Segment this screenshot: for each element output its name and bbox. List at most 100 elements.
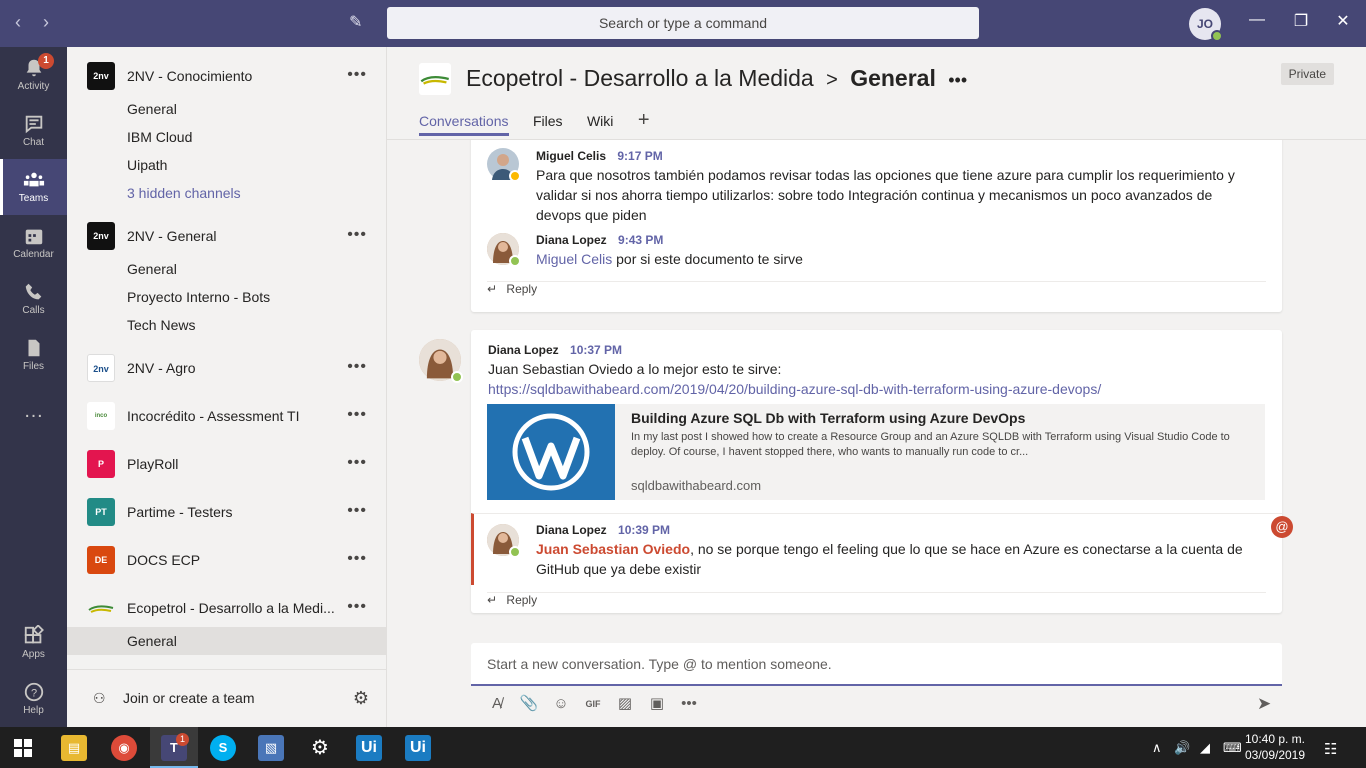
volume-icon[interactable]: 🔊 xyxy=(1174,740,1190,756)
team-item[interactable]: 2nv 2NV - Agro ••• xyxy=(87,352,367,384)
reply-button[interactable]: ↵ Reply xyxy=(487,281,1266,296)
reply-icon: ↵ xyxy=(487,593,498,607)
author-name[interactable]: Diana Lopez xyxy=(536,233,607,247)
reply-label: Reply xyxy=(506,282,538,296)
user-avatar[interactable]: JO xyxy=(1189,8,1223,42)
link-preview-card[interactable]: Building Azure SQL Db with Terraform usi… xyxy=(487,404,1265,500)
author-name[interactable]: Diana Lopez xyxy=(488,343,559,357)
rail-calendar[interactable]: Calendar xyxy=(0,215,67,271)
send-icon[interactable]: ➤ xyxy=(1257,694,1271,714)
team-item[interactable]: DE DOCS ECP ••• xyxy=(87,544,367,576)
message-body: Juan Sebastian Oviedo a lo mejor esto te… xyxy=(488,359,1268,399)
skype-icon[interactable]: S xyxy=(210,735,236,761)
windows-taskbar: ▤ ◉ T 1 S ▧ ⚙ Ui Ui ∧ 🔊 ◢ ⌨ 10:40 p. m. … xyxy=(0,727,1366,768)
svg-text:?: ? xyxy=(30,688,36,700)
add-tab-icon[interactable]: + xyxy=(638,109,650,132)
more-options-icon[interactable]: ••• xyxy=(347,406,367,424)
more-options-icon[interactable]: ••• xyxy=(347,502,367,520)
team-item[interactable]: PT Partime - Testers ••• xyxy=(87,496,367,528)
mention-link[interactable]: Miguel Celis xyxy=(536,251,612,267)
channel-label: General xyxy=(127,633,177,649)
more-options-icon[interactable]: ••• xyxy=(347,358,367,376)
team-name: Ecopetrol - Desarrollo a la Medi... xyxy=(127,600,335,616)
emoji-icon[interactable]: ☺ xyxy=(551,694,571,714)
rail-calls[interactable]: Calls xyxy=(0,271,67,327)
action-center-icon[interactable]: ☷ xyxy=(1324,740,1337,758)
team-logo: 2nv xyxy=(87,354,115,382)
team-item[interactable]: 2nv 2NV - Conocimiento ••• xyxy=(87,60,367,92)
phone-icon xyxy=(25,283,41,300)
ecopetrol-logo xyxy=(420,76,449,85)
image-viewer-icon[interactable]: ▧ xyxy=(258,735,284,761)
hidden-channels-link[interactable]: 3 hidden channels xyxy=(127,185,241,201)
channel-item[interactable]: General xyxy=(127,101,177,117)
team-title[interactable]: Ecopetrol - Desarrollo a la Medida xyxy=(466,65,814,91)
more-options-icon[interactable]: ••• xyxy=(347,226,367,244)
uipath-robot-icon[interactable]: Ui xyxy=(405,735,431,761)
rail-help[interactable]: ? Help xyxy=(0,671,67,727)
rail-activity[interactable]: 1 Activity xyxy=(0,47,67,103)
message-text: Juan Sebastian Oviedo a lo mejor esto te… xyxy=(488,361,782,377)
minimize-icon[interactable]: — xyxy=(1245,11,1269,29)
url-link[interactable]: https://sqldbawithabeard.com/2019/04/20/… xyxy=(488,379,1268,399)
wordpress-logo-icon xyxy=(512,413,590,491)
new-chat-icon[interactable]: ✎ xyxy=(349,12,362,32)
channel-item[interactable]: Uipath xyxy=(127,157,167,173)
reply-button[interactable]: ↵ Reply xyxy=(487,592,1266,607)
compose-box[interactable]: Start a new conversation. Type @ to ment… xyxy=(471,643,1282,686)
chrome-icon[interactable]: ◉ xyxy=(111,735,137,761)
conversation-pane: Miguel Celis 9:17 PM Para que nosotros t… xyxy=(387,140,1366,640)
author-name[interactable]: Miguel Celis xyxy=(536,149,606,163)
settings-gear-icon[interactable]: ⚙ xyxy=(307,735,333,761)
forward-arrow-icon[interactable]: › xyxy=(36,12,56,33)
close-icon[interactable]: ✕ xyxy=(1331,11,1355,31)
rail-apps[interactable]: Apps xyxy=(0,615,67,671)
more-options-icon[interactable]: ••• xyxy=(948,70,967,90)
keyboard-icon[interactable]: ⌨ xyxy=(1223,740,1242,756)
more-options-icon[interactable]: ••• xyxy=(347,66,367,84)
team-item[interactable]: P PlayRoll ••• xyxy=(87,448,367,480)
channel-item-selected[interactable]: General xyxy=(67,627,387,655)
channel-item[interactable]: Proyecto Interno - Bots xyxy=(127,289,270,305)
team-logo: PT xyxy=(87,498,115,526)
back-arrow-icon[interactable]: ‹ xyxy=(8,12,28,33)
show-hidden-icons-icon[interactable]: ∧ xyxy=(1152,740,1162,756)
more-options-icon[interactable]: ••• xyxy=(347,550,367,568)
maximize-icon[interactable]: ❐ xyxy=(1289,11,1313,31)
more-options-icon[interactable]: ••• xyxy=(347,598,367,616)
rail-teams[interactable]: Teams xyxy=(0,159,67,215)
more-apps-icon[interactable]: … xyxy=(0,385,67,441)
sticker-icon[interactable]: ▨ xyxy=(615,694,635,714)
wifi-icon[interactable]: ◢ xyxy=(1200,740,1210,756)
uipath-studio-icon[interactable]: Ui xyxy=(356,735,382,761)
team-logo xyxy=(419,63,451,95)
windows-start-icon[interactable] xyxy=(14,739,32,757)
mention-link[interactable]: Juan Sebastian Oviedo xyxy=(536,541,690,557)
search-box[interactable]: Search or type a command xyxy=(387,7,979,39)
meet-now-icon[interactable]: ▣ xyxy=(647,694,667,714)
file-explorer-icon[interactable]: ▤ xyxy=(61,735,87,761)
more-options-icon[interactable]: ••• xyxy=(347,454,367,472)
system-clock[interactable]: 10:40 p. m. 03/09/2019 xyxy=(1242,731,1308,763)
format-icon[interactable]: A̸ xyxy=(487,694,507,714)
join-create-team[interactable]: ⚇ Join or create a team ⚙ xyxy=(67,669,387,727)
team-item[interactable]: 2nv 2NV - General ••• xyxy=(87,220,367,252)
gear-icon[interactable]: ⚙ xyxy=(353,688,369,709)
avatar xyxy=(487,148,521,182)
rail-files[interactable]: Files xyxy=(0,327,67,383)
channel-item[interactable]: General xyxy=(127,261,177,277)
tab-wiki[interactable]: Wiki xyxy=(587,113,613,133)
tab-conversations[interactable]: Conversations xyxy=(419,113,509,136)
gif-icon[interactable]: GIF xyxy=(583,694,603,714)
more-options-icon[interactable]: ••• xyxy=(679,694,699,714)
author-name[interactable]: Diana Lopez xyxy=(536,523,607,537)
tab-files[interactable]: Files xyxy=(533,113,563,133)
rail-chat[interactable]: Chat xyxy=(0,103,67,159)
channel-item[interactable]: Tech News xyxy=(127,317,195,333)
help-icon: ? xyxy=(24,682,43,702)
channel-item[interactable]: IBM Cloud xyxy=(127,129,192,145)
team-name: PlayRoll xyxy=(127,456,179,472)
team-item[interactable]: inco Incocrédito - Assessment TI ••• xyxy=(87,400,367,432)
team-item[interactable]: Ecopetrol - Desarrollo a la Medi... ••• xyxy=(87,592,367,624)
attach-icon[interactable]: 📎 xyxy=(519,694,539,714)
